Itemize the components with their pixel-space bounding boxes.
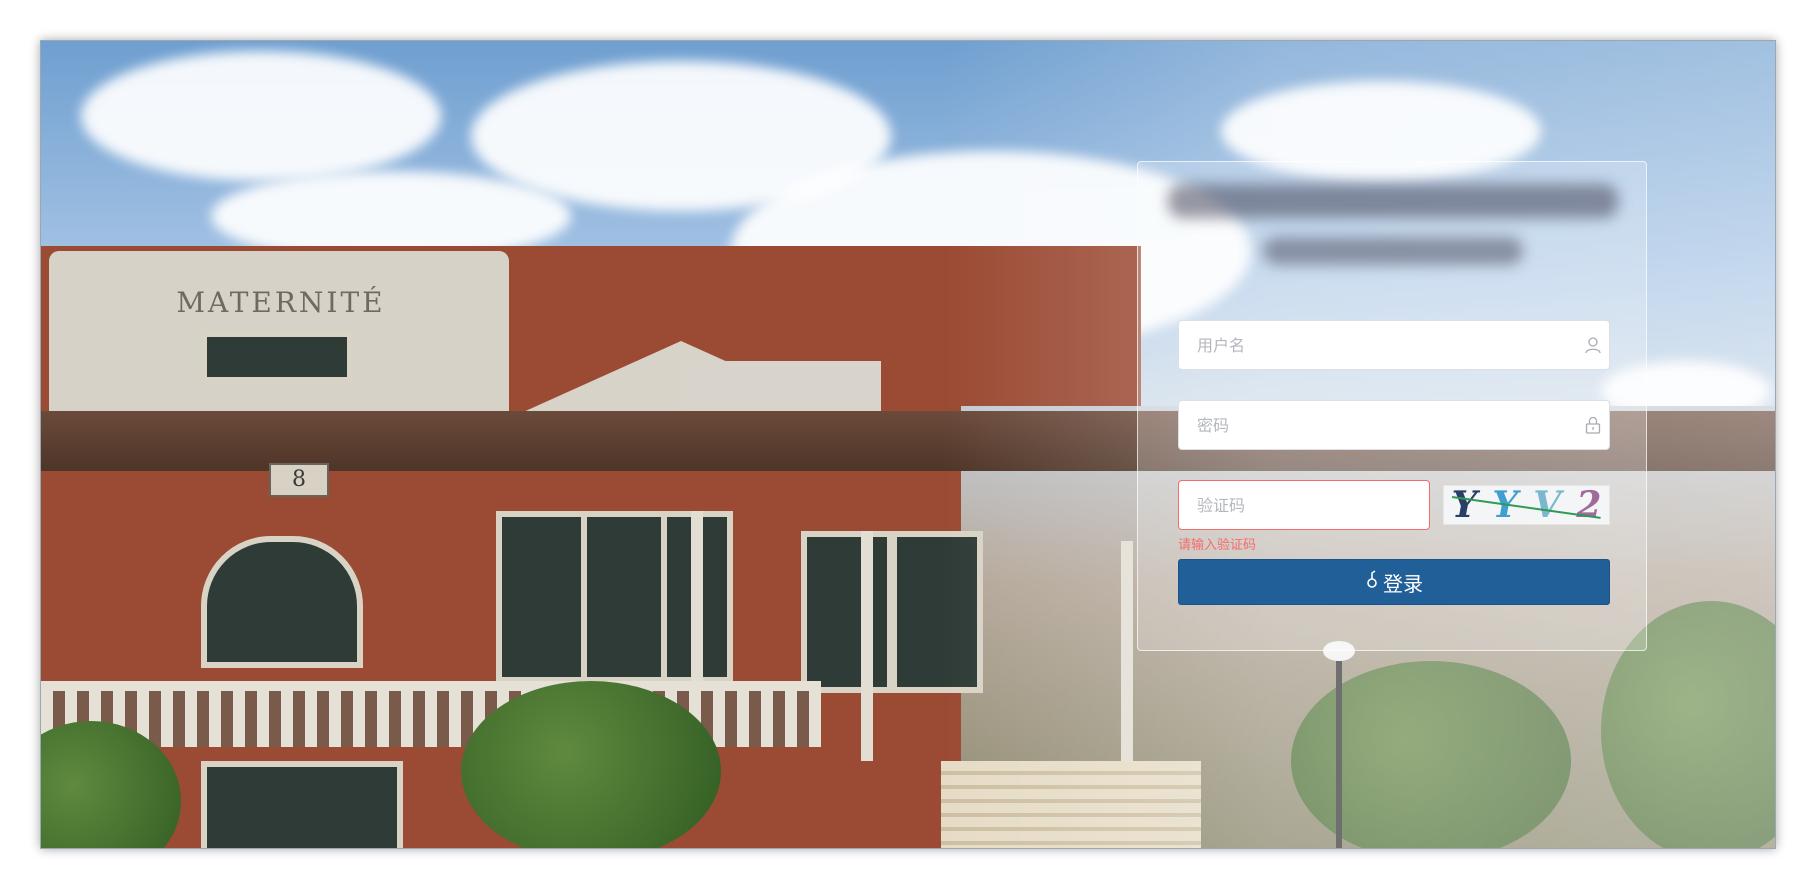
pillar xyxy=(861,531,873,761)
blurred-subtitle xyxy=(1263,237,1523,265)
facade-text: MATERNITÉ xyxy=(176,286,386,319)
login-panel: Y Y V 2 请输入验证码 登录 xyxy=(1137,161,1647,651)
captcha-image[interactable]: Y Y V 2 xyxy=(1443,485,1610,525)
house-number-plaque: 8 xyxy=(269,463,329,497)
captcha-input[interactable] xyxy=(1179,481,1417,529)
upper-window xyxy=(201,331,353,383)
door xyxy=(201,761,403,848)
password-field xyxy=(1178,400,1610,450)
captcha-field xyxy=(1178,480,1430,530)
user-icon xyxy=(1583,335,1603,355)
username-field xyxy=(1178,320,1610,370)
lock-icon xyxy=(1583,415,1603,435)
captcha-char: V xyxy=(1533,485,1562,525)
key-icon xyxy=(1365,569,1379,595)
cloud xyxy=(81,51,441,181)
captcha-error-message: 请输入验证码 xyxy=(1178,538,1257,553)
password-input[interactable] xyxy=(1179,401,1567,449)
window xyxy=(581,511,673,683)
login-button-label: 登录 xyxy=(1383,571,1423,596)
login-page: MATERNITÉ 8 用户名 验证码 Y V 2 请输入验证码 登录 xyxy=(40,40,1776,849)
arched-window xyxy=(201,536,363,668)
login-button[interactable]: 登录 xyxy=(1178,559,1610,605)
window xyxy=(801,531,893,693)
captcha-char: Y xyxy=(1451,485,1478,525)
tree xyxy=(461,681,721,848)
window xyxy=(496,511,588,683)
username-input[interactable] xyxy=(1179,321,1567,369)
blurred-title xyxy=(1168,184,1618,218)
